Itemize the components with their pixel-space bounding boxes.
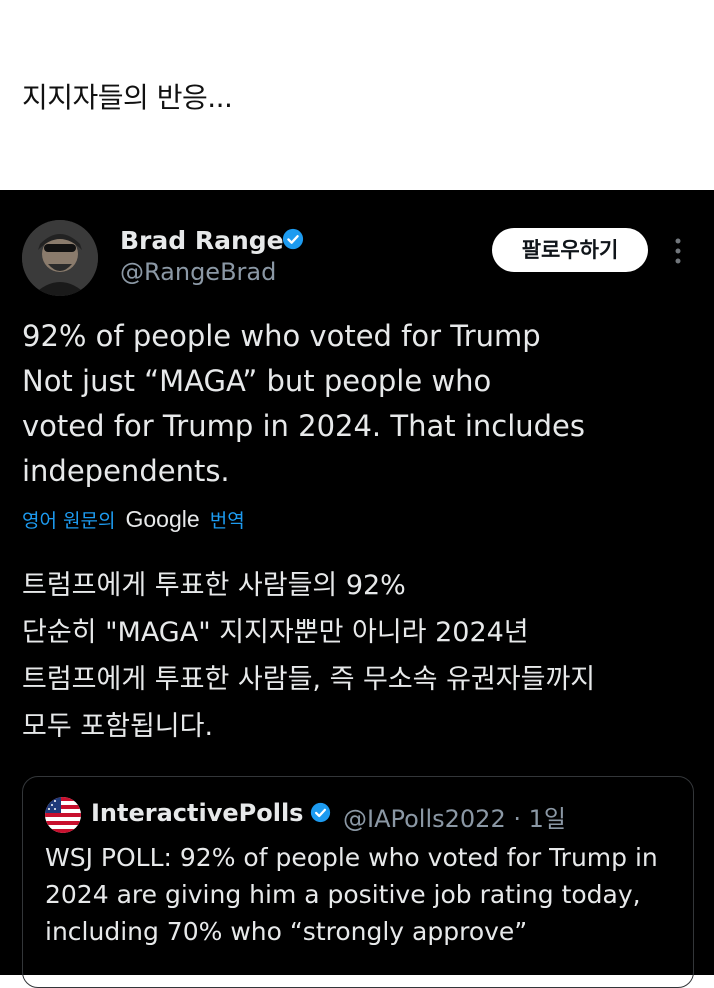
quoted-handle-time: @IAPolls2022 · 1일 xyxy=(343,805,566,833)
tweet-card: Brad Range @RangeBrad 팔로우하기 92% of peopl… xyxy=(0,190,714,988)
more-options-icon[interactable] xyxy=(668,236,688,266)
translate-suffix: 번역 xyxy=(209,510,245,532)
post-caption: 지지자들의 반응... xyxy=(22,81,233,114)
tweet-top-divider xyxy=(0,190,714,196)
verified-badge-icon xyxy=(310,802,331,823)
author-handle[interactable]: @RangeBrad xyxy=(120,258,276,286)
google-brand: Google xyxy=(125,506,200,532)
avatar[interactable] xyxy=(22,220,98,296)
quoted-tweet[interactable]: InteractivePolls @IAPolls2022 · 1일 WSJ P… xyxy=(22,776,694,988)
quoted-author-name: InteractivePolls xyxy=(91,799,304,827)
follow-button[interactable]: 팔로우하기 xyxy=(492,228,648,272)
quoted-tweet-text: WSJ POLL: 92% of people who voted for Tr… xyxy=(45,843,658,946)
verified-badge-icon xyxy=(282,228,304,250)
tweet-text: 92% of people who voted for Trump Not ju… xyxy=(22,319,585,488)
us-flag-icon xyxy=(45,797,81,833)
translate-prefix: 영어 원문의 xyxy=(22,510,116,532)
translated-text: 트럼프에게 투표한 사람들의 92% 단순히 "MAGA" 지지자뿐만 아니라 … xyxy=(22,570,596,742)
author-name[interactable]: Brad Range xyxy=(120,226,284,255)
translation-attribution[interactable]: 영어 원문의 Google 번역 xyxy=(22,506,245,533)
